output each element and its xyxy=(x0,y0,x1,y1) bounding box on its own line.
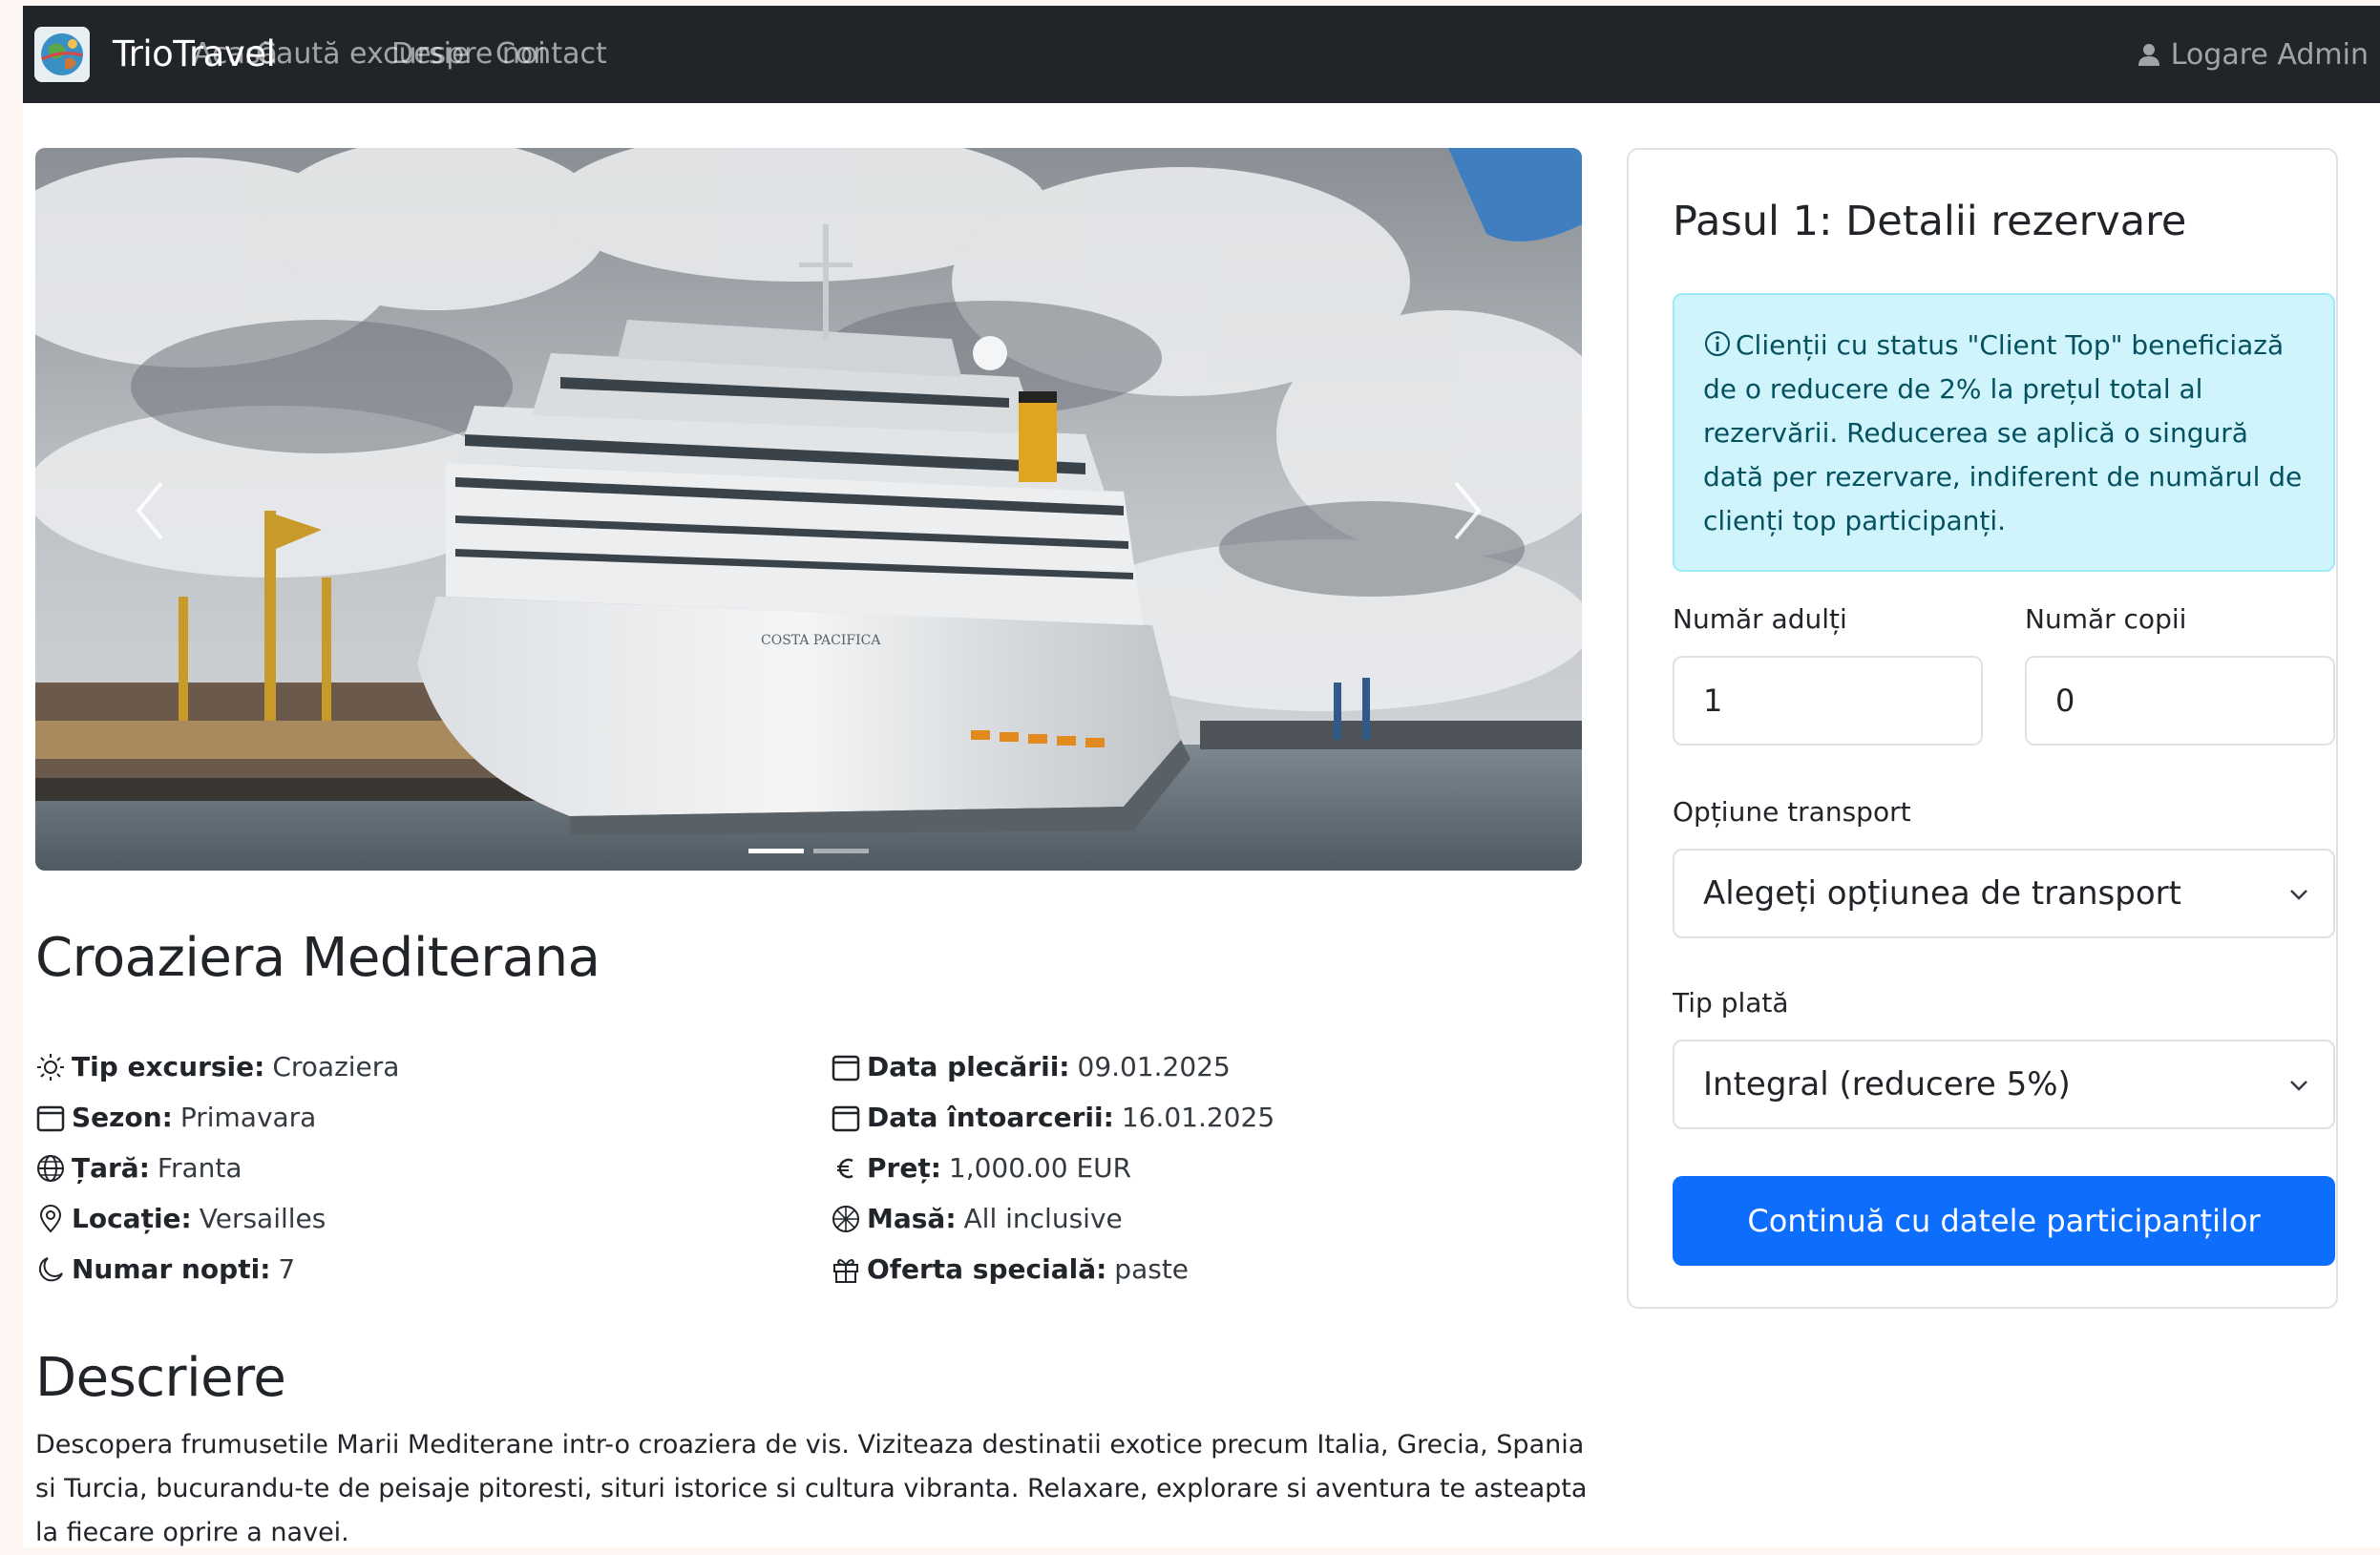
chevron-left-icon xyxy=(136,481,163,540)
chevron-down-icon xyxy=(2290,1081,2307,1091)
detail-return-date: Data întoarcerii: 16.01.2025 xyxy=(831,1092,1274,1143)
booking-card: Pasul 1: Detalii rezervare Clienții cu s… xyxy=(1627,148,2338,1309)
detail-label: Data plecării: xyxy=(867,1051,1070,1082)
moon-icon xyxy=(35,1254,66,1285)
page: TrioTravel Acasă Caută excursie Despre n… xyxy=(23,6,2380,1547)
detail-label: Sezon: xyxy=(72,1102,173,1133)
adults-label: Număr adulți xyxy=(1673,603,1847,635)
info-icon xyxy=(1705,331,1730,356)
detail-value: 7 xyxy=(278,1253,296,1285)
chevron-right-icon xyxy=(1454,481,1482,540)
detail-value: paste xyxy=(1114,1253,1190,1285)
carousel-next-button[interactable] xyxy=(1410,425,1525,597)
brand-logo-icon[interactable] xyxy=(34,27,90,82)
continue-participants-button[interactable]: Continuă cu datele participanților xyxy=(1673,1176,2335,1266)
carousel-indicator-1[interactable] xyxy=(748,849,804,853)
adults-input[interactable] xyxy=(1673,656,1983,746)
detail-value: Versailles xyxy=(199,1203,326,1234)
user-icon xyxy=(2138,44,2159,66)
trip-details-left: Tip excursie: Croaziera Sezon: Primavara… xyxy=(35,1041,399,1294)
admin-login-label: Logare Admin xyxy=(2170,37,2369,72)
children-input[interactable] xyxy=(2025,656,2335,746)
transport-label: Opțiune transport xyxy=(1673,796,1911,828)
detail-meal: Masă: All inclusive xyxy=(831,1193,1274,1244)
info-alert-text: Clienții cu status "Client Top" benefici… xyxy=(1703,329,2303,536)
detail-country: Țară: Franta xyxy=(35,1143,399,1193)
booking-step-title: Pasul 1: Detalii rezervare xyxy=(1673,198,2187,245)
chevron-down-icon xyxy=(2290,890,2307,900)
detail-label: Preț: xyxy=(867,1152,941,1184)
payment-selected-value: Integral (reducere 5%) xyxy=(1703,1065,2071,1103)
location-pin-icon xyxy=(35,1204,66,1234)
detail-season: Sezon: Primavara xyxy=(35,1092,399,1143)
globe-icon xyxy=(35,1153,66,1184)
description-text: Descopera frumusetile Marii Mediterane i… xyxy=(35,1430,1588,1547)
detail-value: Primavara xyxy=(179,1102,317,1133)
calendar-icon xyxy=(831,1103,861,1133)
detail-value: Croaziera xyxy=(272,1051,400,1082)
transport-selected-value: Alegeți opțiunea de transport xyxy=(1703,874,2181,913)
detail-location: Locație: Versailles xyxy=(35,1193,399,1244)
navbar: TrioTravel Acasă Caută excursie Despre n… xyxy=(23,6,2380,103)
children-label: Număr copii xyxy=(2025,603,2187,635)
detail-value: Franta xyxy=(157,1152,242,1184)
image-carousel[interactable]: COSTA PACIFICA xyxy=(35,148,1582,871)
detail-value: All inclusive xyxy=(963,1203,1123,1234)
detail-departure-date: Data plecării: 09.01.2025 xyxy=(831,1041,1274,1092)
euro-icon xyxy=(831,1153,861,1184)
detail-label: Oferta specială: xyxy=(867,1253,1107,1285)
gift-icon xyxy=(831,1254,861,1285)
detail-price: Preț: 1,000.00 EUR xyxy=(831,1143,1274,1193)
sun-icon xyxy=(35,1052,66,1082)
cruise-ship-photo: COSTA PACIFICA xyxy=(35,148,1582,871)
detail-trip-type: Tip excursie: Croaziera xyxy=(35,1041,399,1092)
detail-value: 1,000.00 EUR xyxy=(948,1152,1132,1184)
detail-label: Locație: xyxy=(72,1203,192,1234)
nav-link-contact[interactable]: Contact xyxy=(495,6,607,103)
admin-login-link[interactable]: Logare Admin xyxy=(2137,6,2369,103)
detail-label: Numar nopti: xyxy=(72,1253,271,1285)
detail-value: 16.01.2025 xyxy=(1121,1102,1275,1133)
calendar-icon xyxy=(35,1103,66,1133)
detail-label: Țară: xyxy=(72,1152,150,1184)
detail-special-offer: Oferta specială: paste xyxy=(831,1244,1274,1294)
detail-label: Tip excursie: xyxy=(72,1051,265,1082)
detail-label: Masă: xyxy=(867,1203,957,1234)
payment-label: Tip plată xyxy=(1673,987,1789,1019)
transport-select[interactable]: Alegeți opțiunea de transport xyxy=(1673,849,2335,938)
ship-name-text: COSTA PACIFICA xyxy=(761,633,881,648)
carousel-prev-button[interactable] xyxy=(93,425,207,597)
detail-nights: Numar nopti: 7 xyxy=(35,1244,399,1294)
meal-icon xyxy=(831,1204,861,1234)
detail-value: 09.01.2025 xyxy=(1077,1051,1231,1082)
calendar-icon xyxy=(831,1052,861,1082)
carousel-indicator-2[interactable] xyxy=(813,849,869,853)
payment-type-select[interactable]: Integral (reducere 5%) xyxy=(1673,1040,2335,1129)
info-alert: Clienții cu status "Client Top" benefici… xyxy=(1673,293,2335,572)
description-heading: Descriere xyxy=(35,1347,286,1409)
trip-title: Croaziera Mediterana xyxy=(35,927,600,989)
carousel-indicators xyxy=(35,849,1582,853)
trip-details-right: Data plecării: 09.01.2025 Data întoarcer… xyxy=(831,1041,1274,1294)
detail-label: Data întoarcerii: xyxy=(867,1102,1114,1133)
